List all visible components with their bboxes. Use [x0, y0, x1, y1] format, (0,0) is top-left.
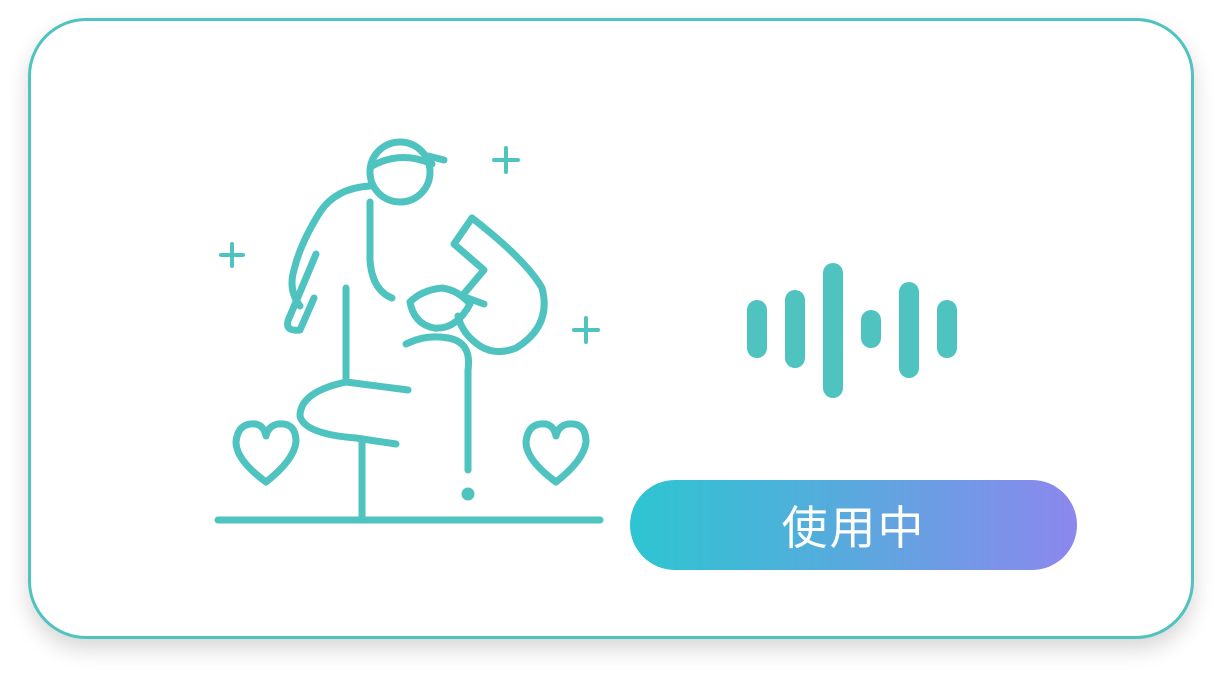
in-use-status-button[interactable]: 使用中: [630, 480, 1077, 570]
parent-lifting-child-icon: [214, 138, 604, 524]
sound-wave-icon: [747, 263, 957, 398]
status-label: 使用中: [781, 501, 926, 555]
